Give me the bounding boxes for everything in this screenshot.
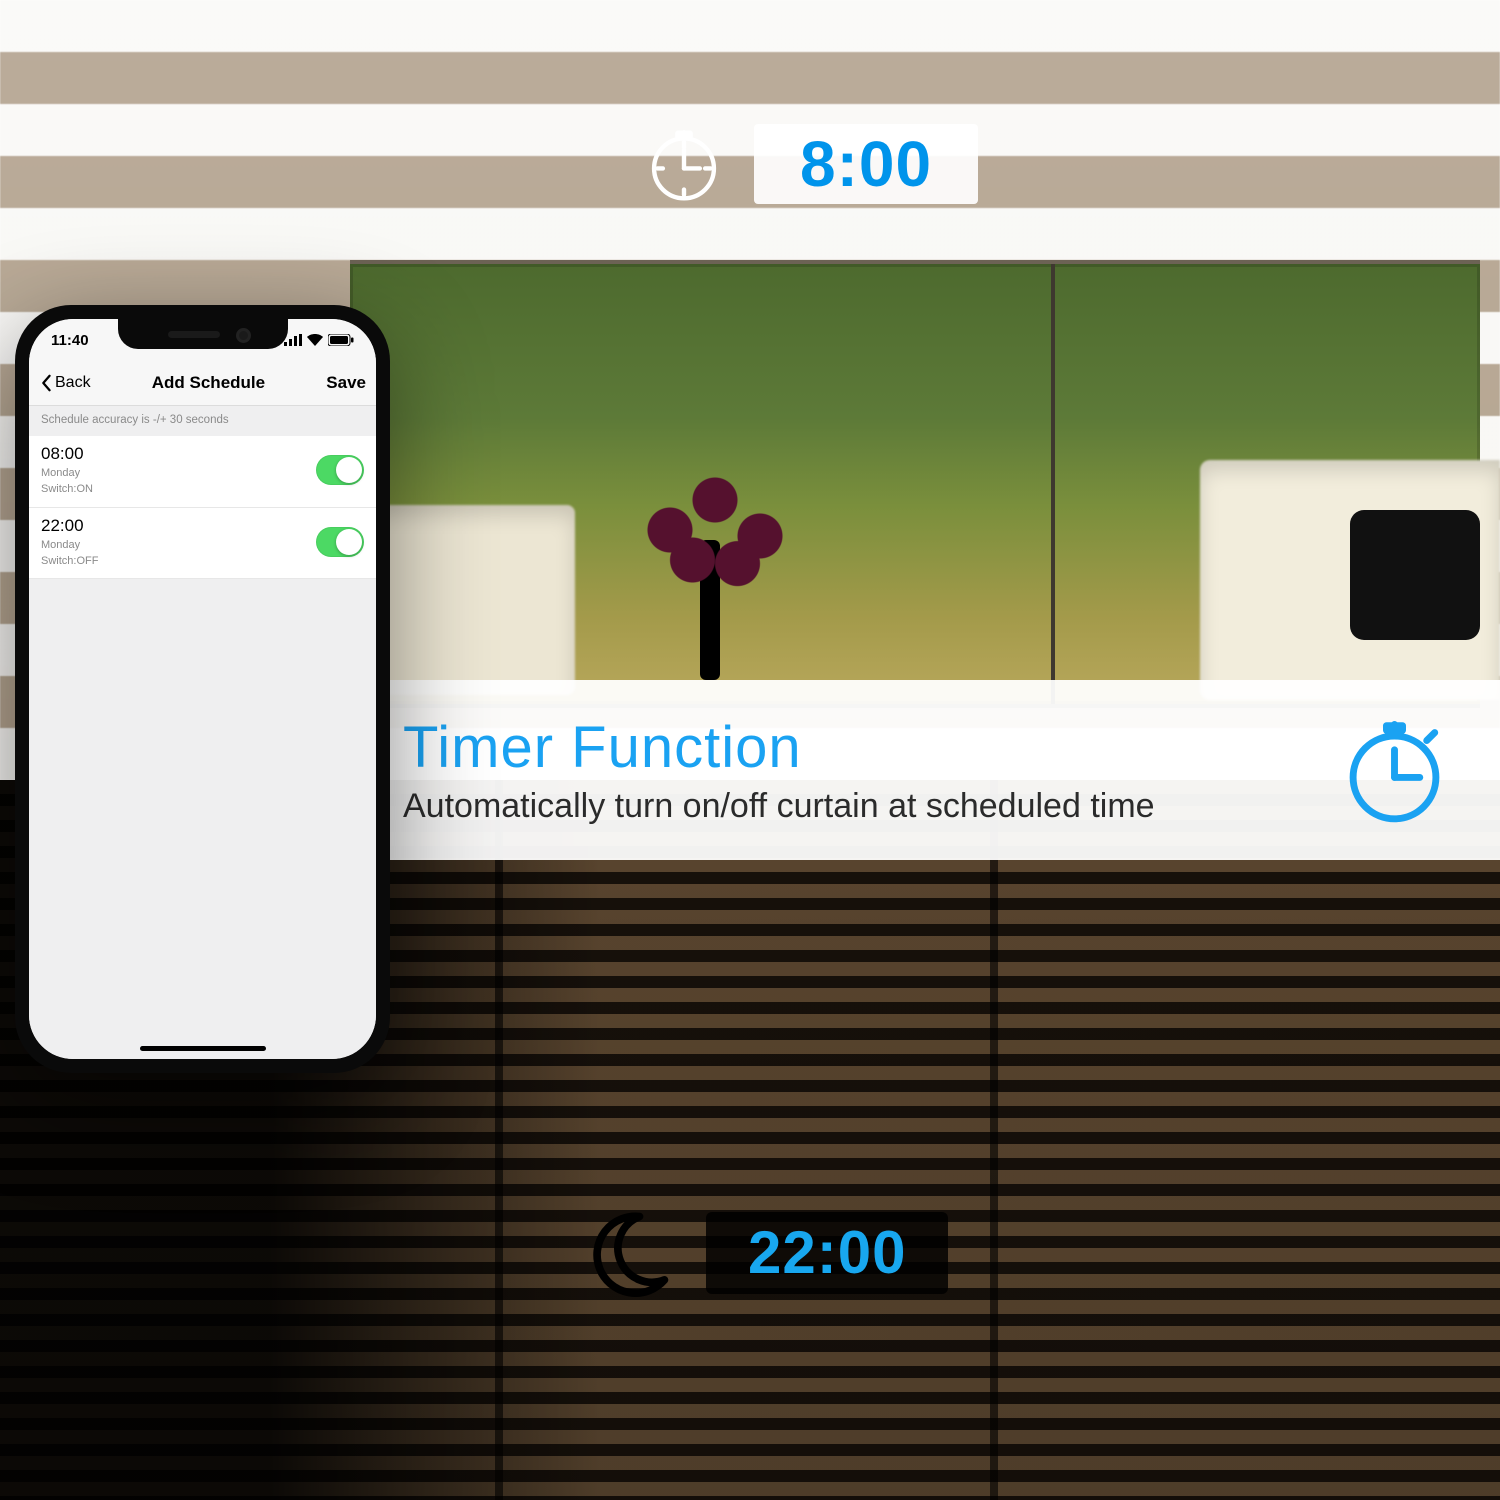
empty-area (29, 579, 376, 1059)
flowers (640, 470, 790, 590)
morning-time-label: 8:00 (754, 124, 978, 204)
feature-strip: Timer Function Automatically turn on/off… (355, 680, 1500, 860)
wifi-icon (307, 334, 323, 346)
back-label: Back (55, 374, 91, 392)
accuracy-note: Schedule accuracy is -/+ 30 seconds (29, 406, 376, 436)
signal-icon (284, 334, 302, 346)
phone-mockup: 11:40 Back Add Schedule Save Schedule ac… (15, 305, 390, 1073)
back-button[interactable]: Back (39, 374, 91, 392)
schedule-switch: Switch:OFF (41, 554, 98, 568)
night-time-label: 22:00 (706, 1212, 948, 1294)
night-time-badge: 22:00 (580, 1205, 948, 1301)
status-indicators (284, 334, 354, 346)
timer-icon (1337, 713, 1452, 828)
feature-title: Timer Function (403, 714, 1155, 781)
schedule-time: 22:00 (41, 516, 98, 536)
chevron-left-icon (39, 374, 53, 392)
nav-title: Add Schedule (152, 373, 265, 393)
clock-day-icon (640, 120, 728, 208)
moon-icon (580, 1205, 676, 1301)
battery-icon (328, 334, 354, 346)
status-time: 11:40 (51, 332, 89, 349)
schedule-day: Monday (41, 466, 93, 480)
schedule-toggle[interactable] (316, 527, 364, 557)
save-button[interactable]: Save (326, 373, 366, 393)
nav-bar: Back Add Schedule Save (29, 361, 376, 406)
feature-subtitle: Automatically turn on/off curtain at sch… (403, 787, 1155, 826)
schedule-toggle[interactable] (316, 455, 364, 485)
schedule-row[interactable]: 22:00 Monday Switch:OFF (29, 508, 376, 580)
schedule-day: Monday (41, 538, 98, 552)
schedule-switch: Switch:ON (41, 482, 93, 496)
schedule-time: 08:00 (41, 444, 93, 464)
phone-notch (118, 319, 288, 349)
home-indicator[interactable] (140, 1046, 266, 1051)
pillow (1350, 510, 1480, 640)
morning-time-badge: 8:00 (640, 120, 978, 208)
schedule-row[interactable]: 08:00 Monday Switch:ON (29, 436, 376, 508)
